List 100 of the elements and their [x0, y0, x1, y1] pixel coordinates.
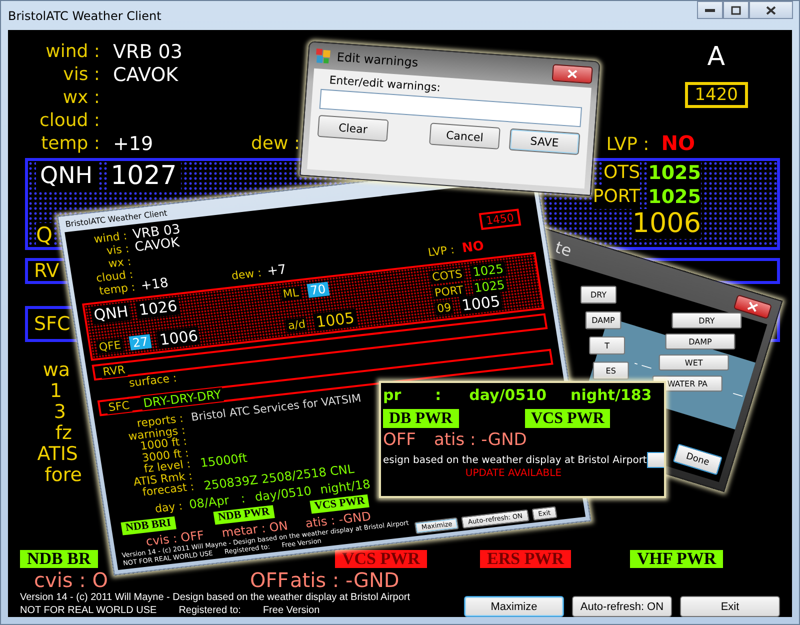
indicator-tag: DB PWR [383, 409, 459, 428]
field-value: night/183 [570, 386, 652, 404]
field-value: 1025 [648, 185, 701, 209]
indicator-tag: VHF PWR [630, 550, 724, 568]
close-button[interactable] [733, 294, 772, 319]
status-text: cvis : O [34, 569, 108, 591]
registration-value: Free Version [262, 604, 320, 617]
field-value: 1005 [458, 292, 504, 315]
condition-button[interactable]: WET [658, 354, 729, 371]
field-value: DRY-DRY-DRY [140, 387, 224, 410]
field-value: pr [383, 386, 402, 404]
field-value: CAVOK [113, 64, 180, 86]
condition-button[interactable]: DAMP [665, 334, 736, 350]
window-title: te [553, 237, 574, 260]
separator-text: : [240, 490, 246, 506]
field-label: 1 [48, 381, 62, 402]
field-label: LVP : [606, 134, 650, 155]
field-label: PORT [432, 282, 466, 300]
window-button[interactable]: Maximize [464, 596, 564, 617]
dialog-button[interactable]: Cancel [429, 122, 500, 150]
field-label: PORT [592, 185, 640, 209]
close-icon [746, 300, 759, 312]
close-button[interactable] [749, 1, 793, 19]
field-label: QNH [36, 161, 97, 191]
level-badge: 70 [306, 282, 330, 298]
minimize-icon [705, 8, 715, 12]
field-value: NO [661, 131, 695, 155]
time-box: 1450 [478, 208, 522, 230]
field-label: wa [42, 360, 70, 381]
window-title: Edit warnings [336, 50, 419, 70]
field-label: day : [154, 498, 184, 515]
field-label: fz [54, 423, 72, 444]
indicator-tag: NDB BR [20, 550, 98, 568]
field-value: +7 [266, 262, 288, 280]
field-value: : [435, 386, 442, 404]
condition-button[interactable]: DRY [580, 286, 616, 304]
field-label: SFC [106, 398, 132, 414]
field-label: vis : [62, 64, 100, 85]
condition-button[interactable]: DAMP [585, 311, 622, 330]
close-icon [567, 68, 578, 78]
indicator-tag: VCS PWR [525, 409, 610, 428]
field-label: QFE [96, 338, 124, 354]
field-label: Enter/edit warnings: [328, 74, 441, 94]
field-label: surface : [128, 371, 178, 390]
indicator-tag: NDB BRI [120, 516, 176, 535]
indicator-tag: ERS PWR [480, 550, 571, 568]
dash-text: — [730, 386, 746, 402]
field-label: wx : [62, 87, 100, 108]
field-label: temp : [40, 133, 100, 154]
dialog-button[interactable]: Clear [317, 114, 389, 142]
field-label: 09 [434, 300, 454, 316]
time-box: 1420 [684, 82, 748, 108]
condition-button[interactable]: ES [592, 362, 629, 380]
maximize-icon [731, 6, 741, 14]
atis-letter: A [707, 43, 725, 71]
condition-button[interactable]: T [589, 336, 626, 354]
field-label: RV [34, 260, 60, 282]
field-label: dew : [230, 266, 262, 282]
window-button[interactable]: Auto-refresh: ON [572, 596, 672, 617]
close-icon [766, 6, 776, 14]
window-title: BristolATC Weather Client [8, 8, 162, 22]
status-text: atis : -GND [290, 569, 400, 591]
window-button[interactable]: Exit [680, 596, 780, 617]
field-value: 1025 [470, 262, 506, 280]
field-label: SFC [34, 313, 70, 335]
field-value: 1027 [106, 161, 181, 191]
window-button[interactable] [646, 452, 664, 468]
field-label: fore [44, 465, 82, 486]
field-value: VRB 03 [113, 40, 184, 62]
field-label: LVP : [427, 243, 456, 260]
field-label: RVR [100, 362, 128, 378]
field-value: 1025 [648, 161, 701, 185]
dash-text: - — [632, 356, 654, 374]
update-notice: UPDATE AVAILABLE [465, 468, 562, 479]
field-value: 1026 [136, 296, 180, 320]
maximize-button[interactable] [723, 1, 749, 19]
status-text: OFF [250, 569, 289, 591]
credit-text: Version 14 - (c) 2011 Will Mayne - Design based on the weather display at Bristol Airport [20, 591, 410, 604]
field-label: Q [36, 223, 53, 247]
field-value: 1006 [156, 326, 202, 350]
indicator-tag: VCS PWR [335, 550, 427, 568]
field-label: cloud : [38, 110, 100, 131]
field-label: a/d [284, 316, 308, 332]
field-value: +19 [113, 132, 154, 154]
field-label: OTS [604, 161, 640, 185]
minimize-button[interactable] [697, 1, 723, 19]
field-value: NO [461, 238, 486, 256]
field-label: ATIS [36, 444, 78, 465]
field-value: 1006 [632, 209, 701, 239]
close-button[interactable] [552, 64, 593, 84]
field-label: dew : [251, 133, 300, 154]
done-button[interactable]: Done [672, 444, 722, 476]
field-value: +18 [140, 274, 170, 294]
registration-label: Registered to: [178, 604, 241, 617]
field-label: COTS [429, 266, 466, 284]
field-value: 1025 [471, 278, 508, 296]
app-icon [314, 47, 332, 65]
dialog-button[interactable]: SAVE [508, 128, 580, 156]
field-value: 1005 [312, 308, 358, 332]
condition-button[interactable]: DRY [672, 312, 742, 328]
